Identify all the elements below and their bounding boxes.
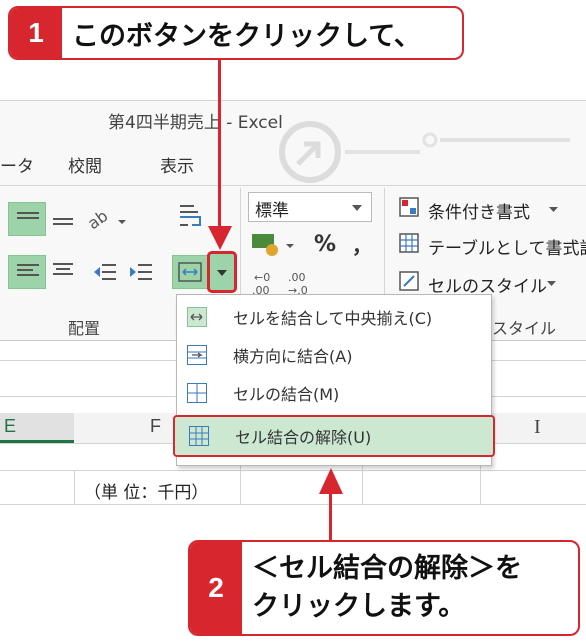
pointer-arrow-2 [329, 492, 332, 544]
column-e-label: E [4, 416, 17, 436]
cell-styles-icon [399, 271, 419, 291]
chevron-down-icon [217, 270, 227, 276]
grid-line [74, 470, 75, 505]
wrap-text-icon[interactable] [178, 202, 206, 232]
menu-item-label: セル結合の解除(U) [235, 428, 372, 447]
chevron-down-icon [549, 207, 558, 212]
number-format-value: 標準 [255, 201, 289, 221]
comma-style-button[interactable]: ， [352, 230, 372, 259]
alignment-group-label: 配置 [68, 319, 101, 338]
merge-cells-icon [187, 383, 207, 403]
arrowhead-down-icon [208, 226, 232, 250]
merge-center-icon [187, 307, 207, 327]
increase-indent-icon[interactable] [126, 258, 156, 286]
menu-item-merge-cells[interactable]: セルの結合(M) [177, 375, 491, 411]
menu-item-label: セルの結合(M) [233, 385, 340, 404]
align-middle-button[interactable] [50, 204, 76, 234]
merge-dropdown-menu: セルを結合して中央揃え(C) 横方向に結合(A) セルの結合(M) セル結合の解… [173, 294, 495, 466]
step1-number: 1 [10, 8, 62, 58]
text-cursor-icon: I [534, 416, 541, 438]
unit-cell[interactable]: （単 位：千円） [84, 478, 208, 503]
percent-style-button[interactable]: % [314, 232, 336, 257]
merge-across-icon [187, 345, 207, 365]
menu-item-unmerge-cells[interactable]: セル結合の解除(U) [173, 415, 495, 457]
align-center-button[interactable] [50, 258, 76, 286]
window-title: 第4四半期売上 - Excel [108, 113, 283, 133]
accounting-format-icon[interactable] [250, 230, 300, 260]
merge-center-button[interactable] [172, 255, 208, 289]
column-f-label[interactable]: F [150, 416, 161, 437]
unmerge-cells-icon [189, 426, 209, 446]
column-e-header[interactable]: E [0, 413, 74, 443]
step2-callout: 2 ＜セル結合の解除＞を クリックします。 [188, 540, 580, 636]
conditional-formatting-icon [399, 197, 419, 217]
svg-text:.00: .00 [288, 271, 306, 284]
grid-line [0, 470, 586, 471]
step2-number: 2 [190, 542, 242, 634]
tab-review[interactable]: 校閲 [68, 152, 102, 177]
increase-decimal-icon[interactable]: ←0 .00 .00 →.0 [248, 268, 308, 296]
orientation-icon[interactable]: ab [86, 204, 130, 232]
step1-text: このボタンをクリックして、 [72, 20, 421, 52]
styles-group-label: スタイル [492, 319, 557, 338]
number-format-select[interactable]: 標準 [248, 192, 372, 222]
decrease-indent-icon[interactable] [90, 258, 120, 286]
step2-text: ＜セル結合の解除＞を クリックします。 [242, 542, 522, 634]
tab-view[interactable]: 表示 [160, 152, 194, 177]
background-pattern-icon [279, 121, 570, 183]
step2-line2: クリックします。 [252, 591, 466, 622]
conditional-formatting-button[interactable]: 条件付き書式 [428, 198, 530, 223]
merge-dropdown-button[interactable] [207, 251, 237, 293]
step1-callout: 1 このボタンをクリックして、 [8, 6, 464, 60]
arrowhead-up-icon [319, 468, 343, 494]
merge-center-icon [178, 262, 202, 282]
grid-line [0, 504, 586, 505]
align-left-button[interactable] [8, 255, 46, 289]
chevron-down-icon [547, 281, 556, 286]
tab-data[interactable]: ータ [0, 152, 34, 177]
menu-item-merge-across[interactable]: 横方向に結合(A) [177, 337, 491, 373]
chevron-down-icon [352, 205, 362, 211]
svg-text:←0: ←0 [254, 271, 270, 284]
tabs-divider [0, 185, 586, 186]
step2-line1: ＜セル結合の解除＞を [252, 553, 522, 584]
pointer-arrow-1 [218, 60, 221, 230]
format-as-table-button[interactable]: テーブルとして書式設 [428, 234, 586, 259]
menu-item-label: セルを結合して中央揃え(C) [233, 309, 433, 328]
align-top-button[interactable] [8, 202, 46, 236]
menu-item-label: 横方向に結合(A) [233, 347, 353, 366]
menu-item-merge-center[interactable]: セルを結合して中央揃え(C) [177, 299, 491, 335]
format-as-table-icon [399, 233, 419, 253]
svg-text:ab: ab [86, 206, 111, 232]
